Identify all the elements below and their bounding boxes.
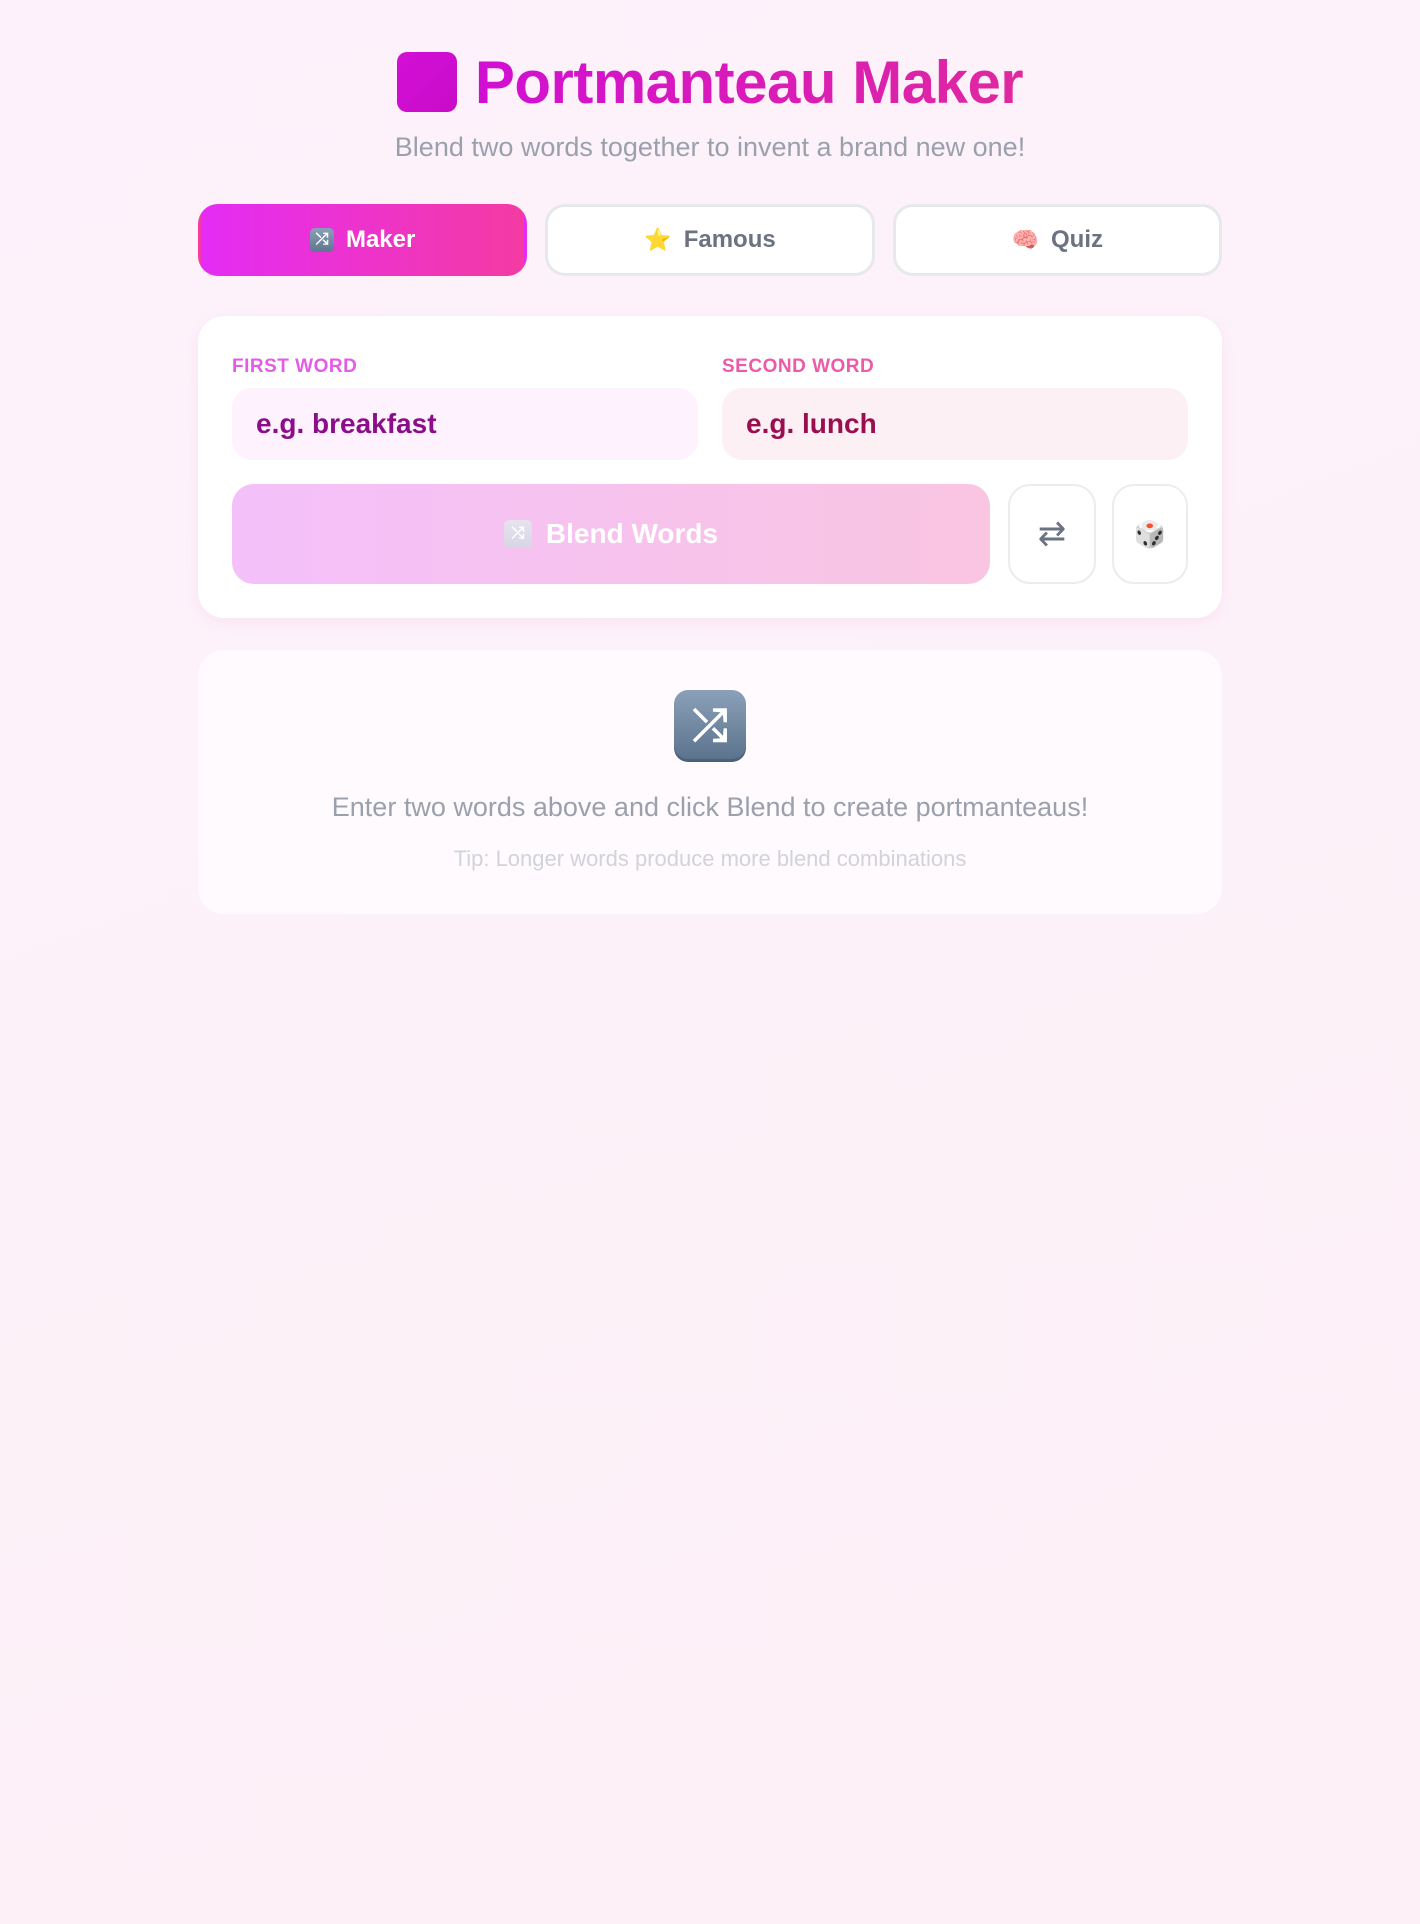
- second-word-label: SECOND WORD: [722, 356, 875, 377]
- tab-quiz[interactable]: 🧠 Quiz: [892, 204, 1222, 276]
- logo-icon: [396, 52, 457, 112]
- portmanteau-app: Portmanteau Maker Blend two words togeth…: [0, 0, 1420, 1924]
- tab-famous[interactable]: ⭐ Famous: [545, 204, 875, 276]
- empty-state-panel: ⤮ Enter two words above and click Blend …: [198, 650, 1222, 914]
- empty-state-tip: Tip: Longer words produce more blend com…: [453, 846, 967, 871]
- page-title: Portmanteau Maker: [474, 48, 1024, 116]
- tab-label: Quiz: [1051, 226, 1104, 253]
- tab-maker[interactable]: ⤮ Maker: [198, 204, 528, 276]
- blend-button-label: Blend Words: [545, 518, 719, 549]
- shuffle-icon: ⤮: [674, 690, 746, 762]
- dice-icon: 🎲: [1133, 518, 1167, 549]
- tab-bar: ⤮ Maker ⭐ Famous 🧠 Quiz: [198, 204, 1222, 276]
- swap-words-button[interactable]: ⇄: [1008, 484, 1096, 584]
- shuffle-icon: ⤮: [503, 520, 532, 548]
- second-word-input[interactable]: [722, 388, 1188, 460]
- page-subtitle: Blend two words together to invent a bra…: [394, 132, 1026, 162]
- first-word-input[interactable]: [232, 388, 698, 460]
- brain-icon: 🧠: [1011, 227, 1040, 252]
- tab-label: Maker: [345, 226, 416, 253]
- empty-state-message: Enter two words above and click Blend to…: [331, 792, 1089, 822]
- blend-form-card: FIRST WORD SECOND WORD ⤮ Blend Words ⇄ 🎲: [198, 316, 1222, 618]
- title-row: Portmanteau Maker: [0, 48, 1420, 116]
- first-word-label: FIRST WORD: [232, 356, 358, 377]
- shuffle-icon: ⤮: [309, 228, 334, 252]
- tab-label: Famous: [683, 226, 776, 253]
- blend-words-button[interactable]: ⤮ Blend Words: [232, 484, 990, 584]
- random-words-button[interactable]: 🎲: [1112, 484, 1188, 584]
- swap-icon: ⇄: [1037, 515, 1067, 553]
- header: Portmanteau Maker Blend two words togeth…: [0, 48, 1420, 163]
- star-icon: ⭐: [644, 227, 672, 252]
